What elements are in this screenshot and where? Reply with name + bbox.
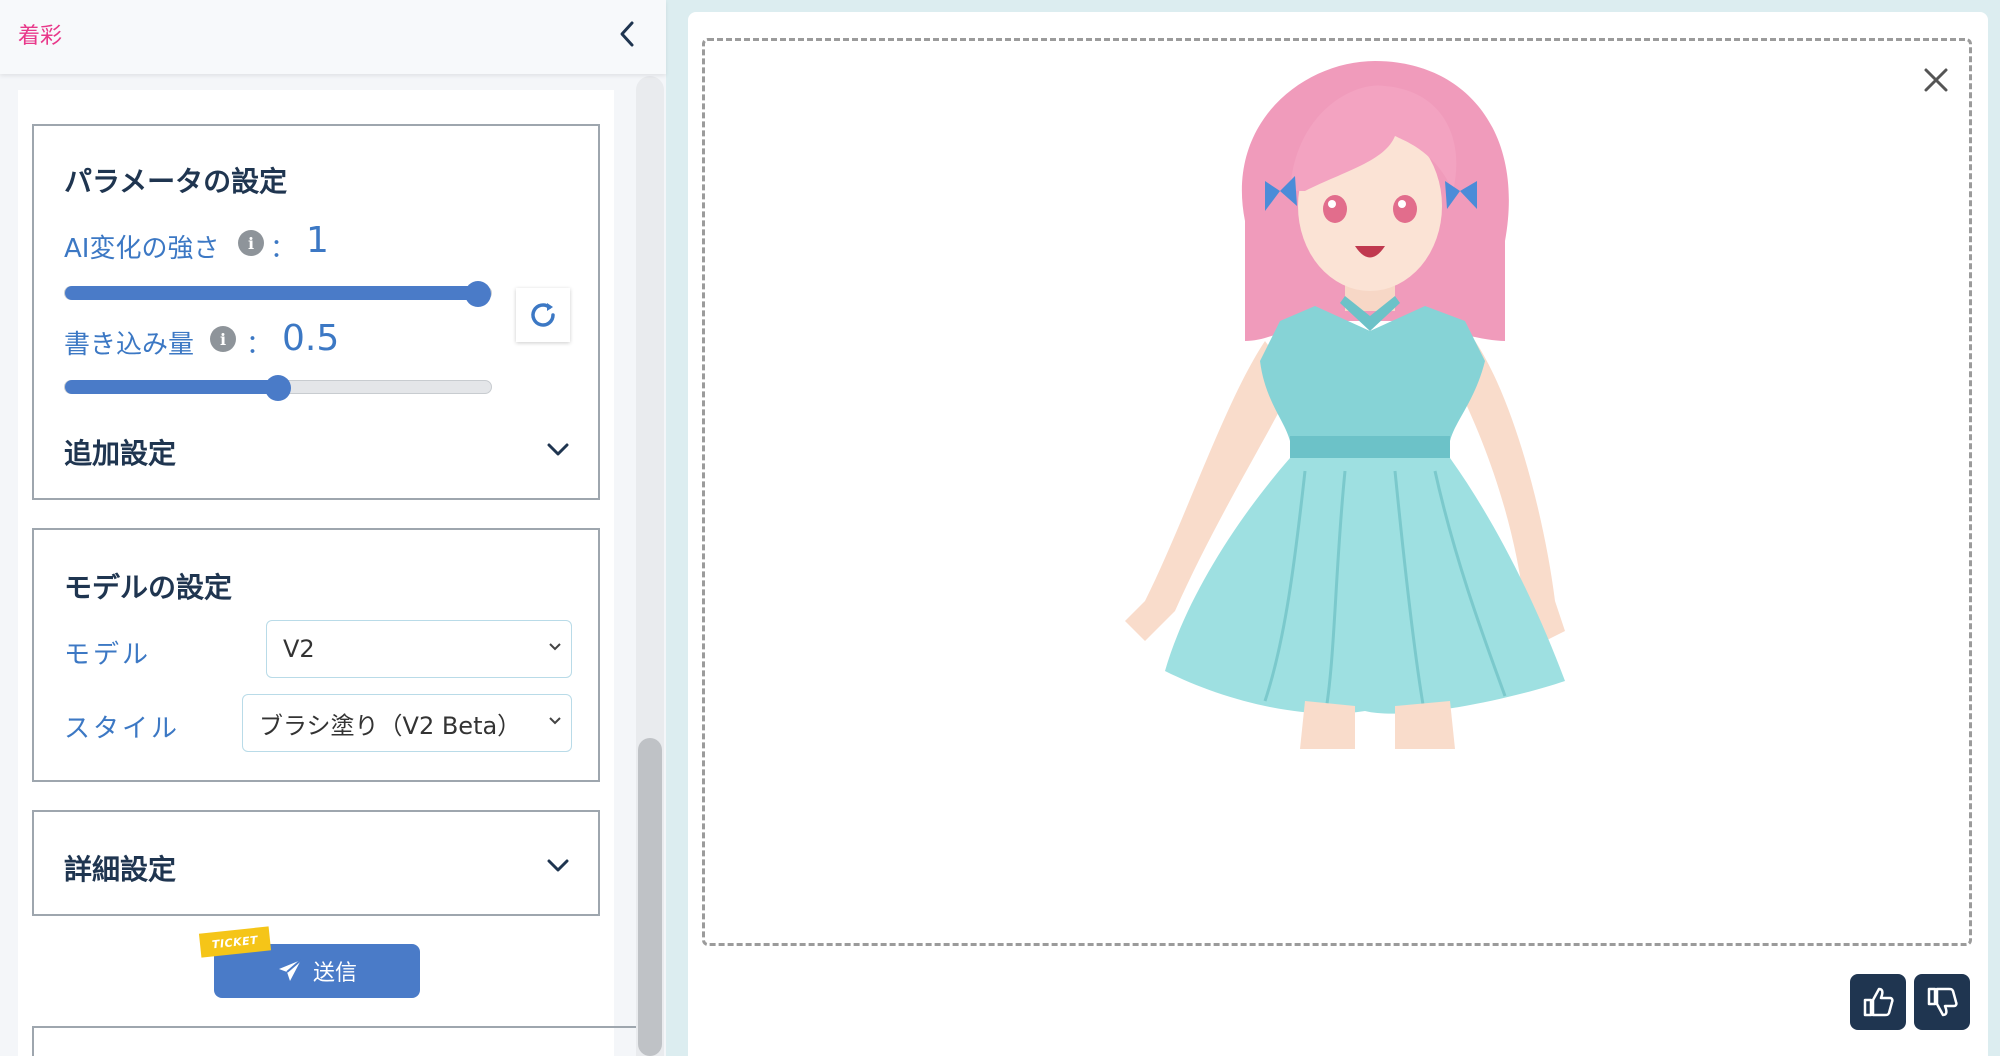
strength-separator: ： <box>270 234 297 264</box>
anime-girl-illustration <box>1125 61 1565 749</box>
amount-slider-fill <box>65 380 278 394</box>
model-select-value: V2 <box>283 635 315 663</box>
reset-parameters-button[interactable] <box>516 288 570 342</box>
strength-slider-fill <box>65 286 478 300</box>
amount-label: 書き込み量 <box>64 330 195 360</box>
strength-slider[interactable] <box>64 281 492 307</box>
model-settings-section: モデルの設定 モデル V2 スタイル ブラシ塗り（V2 Beta） <box>32 528 600 782</box>
panel-header: 着彩 <box>0 0 666 74</box>
thumbs-down-button[interactable] <box>1914 974 1970 1030</box>
thumbs-up-button[interactable] <box>1850 974 1906 1030</box>
amount-info-icon[interactable]: i <box>210 326 236 352</box>
amount-slider-handle[interactable] <box>265 375 291 401</box>
model-select[interactable]: V2 <box>266 620 572 678</box>
refresh-icon <box>531 303 555 327</box>
strength-info-icon[interactable]: i <box>238 230 264 256</box>
close-icon <box>1924 68 1948 92</box>
parameter-settings-section: パラメータの設定 AI変化の強さ i ： 1 書き込み量 i ： 0.5 追加設… <box>32 124 600 500</box>
style-select[interactable]: ブラシ塗り（V2 Beta） <box>242 694 572 752</box>
chevron-left-icon <box>620 21 634 47</box>
amount-slider[interactable] <box>64 375 492 401</box>
scrollbar-thumb[interactable] <box>638 738 662 1056</box>
chevron-down-icon[interactable] <box>544 852 572 880</box>
extra-settings-toggle[interactable]: 追加設定 <box>64 432 176 472</box>
style-select-value: ブラシ塗り（V2 Beta） <box>259 711 522 740</box>
panel-title: 着彩 <box>18 24 63 49</box>
strength-value: 1 <box>306 220 329 261</box>
amount-separator: ： <box>246 330 273 360</box>
strength-slider-handle[interactable] <box>465 281 491 307</box>
thumbs-down-icon <box>1927 987 1958 1017</box>
send-label: 送信 <box>312 961 357 986</box>
send-icon <box>278 959 302 981</box>
chevron-down-icon[interactable] <box>544 436 572 464</box>
detail-settings-title: 詳細設定 <box>64 853 177 886</box>
settings-panel: 着彩 パラメータの設定 AI変化の強さ i ： 1 書き込み量 i ： 0.5 … <box>0 0 666 1056</box>
thumbs-up-icon <box>1863 987 1894 1017</box>
chevron-down-icon <box>549 717 561 725</box>
detail-settings-section[interactable]: 詳細設定 <box>32 810 600 916</box>
model-label: モデル <box>64 640 152 670</box>
parameter-settings-title: パラメータの設定 <box>64 165 288 198</box>
amount-value: 0.5 <box>282 318 340 359</box>
preview-panel <box>688 12 1988 1056</box>
close-image-button[interactable] <box>1916 60 1956 100</box>
image-dropzone[interactable] <box>702 38 1972 946</box>
strength-label: AI変化の強さ <box>64 234 220 264</box>
style-label: スタイル <box>64 714 181 744</box>
model-settings-title: モデルの設定 <box>64 571 233 604</box>
next-section-border <box>32 1026 636 1056</box>
chevron-down-icon <box>549 643 561 651</box>
collapse-panel-button[interactable] <box>610 14 644 54</box>
